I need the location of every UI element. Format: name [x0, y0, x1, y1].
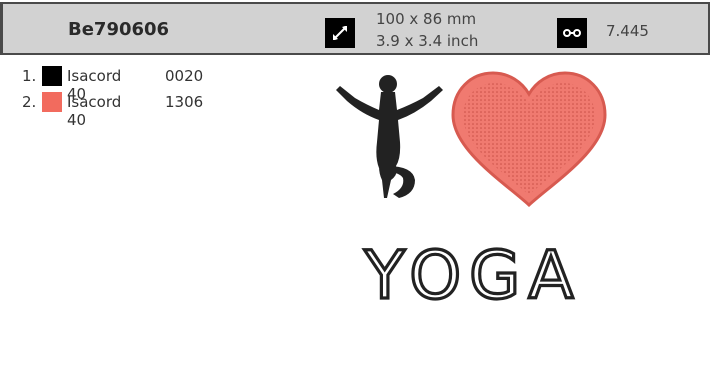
design-text: YOGA	[364, 237, 582, 310]
design-size-mm: 100 x 86 mm	[376, 10, 477, 28]
thread-code: 0020	[165, 67, 204, 85]
design-id: Be790606	[68, 19, 170, 40]
stitch-icon	[557, 18, 587, 48]
design-header: Be790606 100 x 86 mm 3.9 x 3.4 inch 7.44…	[0, 2, 710, 55]
thread-color-swatch	[42, 66, 62, 86]
design-size-inch: 3.9 x 3.4 inch	[376, 32, 479, 50]
heart-icon	[451, 71, 607, 208]
thread-color-swatch	[42, 92, 62, 112]
thread-number: 1.	[22, 67, 37, 85]
embroidery-preview: YOGA	[336, 71, 607, 310]
stitch-count: 7.445	[606, 22, 649, 40]
thread-code: 1306	[165, 93, 204, 111]
yoga-silhouette-icon	[336, 75, 443, 198]
resize-arrows-icon	[325, 18, 355, 48]
header-left-edge	[0, 4, 3, 53]
thread-brand: Isacord 40	[67, 93, 122, 129]
thread-number: 2.	[22, 93, 37, 111]
